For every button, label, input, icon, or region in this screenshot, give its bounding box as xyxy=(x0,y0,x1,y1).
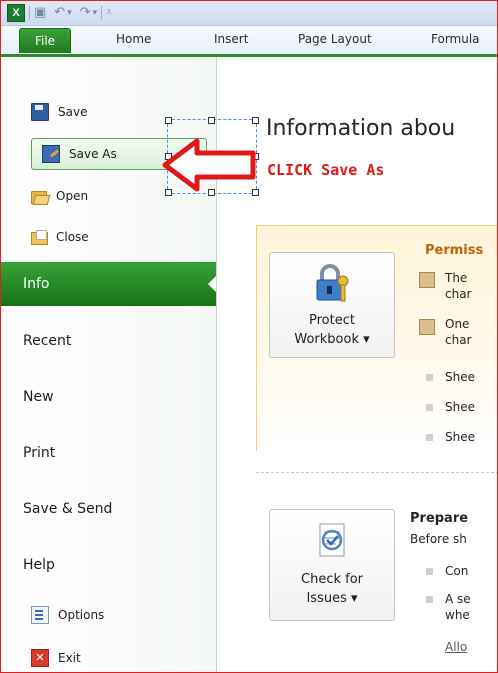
close-command[interactable]: Close xyxy=(31,226,89,248)
permission-line: The xyxy=(445,271,468,285)
undo-icon[interactable]: ↶ xyxy=(54,5,65,21)
permission-info-icon xyxy=(419,272,435,288)
toolbar-separator xyxy=(101,6,103,20)
nav-print[interactable]: Print xyxy=(1,431,216,475)
prepare-line: Con xyxy=(445,564,469,578)
check-for-issues-button[interactable]: Check for Issues ▾ xyxy=(269,509,395,621)
undo-dropdown-icon[interactable]: ▾ xyxy=(67,5,72,21)
open-command-label: Open xyxy=(56,189,89,203)
customize-toolbar-icon[interactable]: ⩡ xyxy=(106,5,112,21)
nav-help[interactable]: Help xyxy=(1,543,216,587)
allow-link[interactable]: Allo xyxy=(445,640,467,654)
options-command[interactable]: Options xyxy=(31,604,104,626)
nav-recent[interactable]: Recent xyxy=(1,319,216,363)
nav-save-send-label: Save & Send xyxy=(23,501,113,517)
prepare-line: A se xyxy=(445,592,471,606)
nav-print-label: Print xyxy=(23,445,56,461)
permission-line: One xyxy=(445,317,470,331)
toolbar-separator xyxy=(29,6,30,20)
save-icon[interactable]: ▣ xyxy=(34,5,46,21)
nav-new-label: New xyxy=(23,389,54,405)
exit-icon: ✕ xyxy=(31,649,49,667)
document-check-icon xyxy=(319,523,345,557)
permissions-title: Permiss xyxy=(425,243,484,258)
options-command-label: Options xyxy=(58,608,105,622)
permission-line: char xyxy=(445,333,472,347)
title-bar: X ▣ ↶ ▾ ↷ ▾ ⩡ xyxy=(1,1,497,26)
ribbon-tabs: File Home Insert Page Layout Formula xyxy=(1,26,497,57)
protect-workbook-label-1: Protect xyxy=(309,313,355,328)
prepare-intro: Before sh xyxy=(410,532,467,546)
excel-backstage-window: X ▣ ↶ ▾ ↷ ▾ ⩡ File Home Insert Page Layo… xyxy=(0,0,498,673)
section-divider xyxy=(256,472,497,473)
selection-handle xyxy=(252,117,259,124)
tab-page-layout[interactable]: Page Layout xyxy=(298,32,372,46)
save-as-command-label: Save As xyxy=(69,147,117,161)
bullet xyxy=(426,404,433,411)
redo-dropdown-icon[interactable]: ▾ xyxy=(93,5,98,21)
exit-command[interactable]: ✕ Exit xyxy=(31,647,81,669)
tab-insert[interactable]: Insert xyxy=(214,32,248,46)
selection-handle xyxy=(165,117,172,124)
tab-file[interactable]: File xyxy=(19,28,71,53)
nav-new[interactable]: New xyxy=(1,375,216,419)
page-title: Information abou xyxy=(266,116,456,141)
nav-recent-label: Recent xyxy=(23,333,72,349)
bullet xyxy=(426,568,433,575)
excel-app-icon[interactable]: X xyxy=(7,4,25,22)
close-command-label: Close xyxy=(56,230,89,244)
protect-workbook-button[interactable]: Protect Workbook ▾ xyxy=(269,252,395,358)
bullet xyxy=(426,434,433,441)
nav-info[interactable]: Info xyxy=(1,262,216,306)
lock-key-icon xyxy=(316,264,349,302)
check-for-issues-label-2: Issues ▾ xyxy=(306,591,358,606)
open-folder-icon xyxy=(31,188,47,204)
prepare-title: Prepare xyxy=(410,511,469,526)
options-icon xyxy=(31,606,49,624)
prepare-line: whe xyxy=(445,608,470,622)
permission-line: char xyxy=(445,287,472,301)
nav-help-label: Help xyxy=(23,557,55,573)
permission-info-icon xyxy=(419,319,435,335)
nav-save-send[interactable]: Save & Send xyxy=(1,487,216,531)
exit-command-label: Exit xyxy=(58,651,81,665)
save-as-icon xyxy=(42,145,60,163)
active-pointer-icon xyxy=(208,276,216,292)
protect-workbook-label-2: Workbook ▾ xyxy=(294,332,370,347)
bullet xyxy=(426,374,433,381)
nav-info-label: Info xyxy=(23,276,50,292)
redo-icon[interactable]: ↷ xyxy=(80,5,91,21)
permission-sheet-line: Shee xyxy=(445,370,475,384)
permission-sheet-line: Shee xyxy=(445,400,475,414)
quick-access-toolbar: X ▣ ↶ ▾ ↷ ▾ ⩡ xyxy=(7,4,112,22)
open-command[interactable]: Open xyxy=(31,185,88,207)
close-folder-icon xyxy=(31,229,48,245)
tab-home[interactable]: Home xyxy=(116,32,151,46)
annotation-text: CLICK Save As xyxy=(267,161,385,179)
bullet xyxy=(426,596,433,603)
save-disk-icon xyxy=(31,103,49,121)
save-command[interactable]: Save xyxy=(31,101,87,123)
red-arrow-icon xyxy=(162,138,256,192)
permission-sheet-line: Shee xyxy=(445,430,475,444)
selection-handle xyxy=(208,117,215,124)
save-command-label: Save xyxy=(58,105,88,119)
check-for-issues-label-1: Check for xyxy=(301,572,363,587)
tab-formulas[interactable]: Formula xyxy=(431,32,480,46)
